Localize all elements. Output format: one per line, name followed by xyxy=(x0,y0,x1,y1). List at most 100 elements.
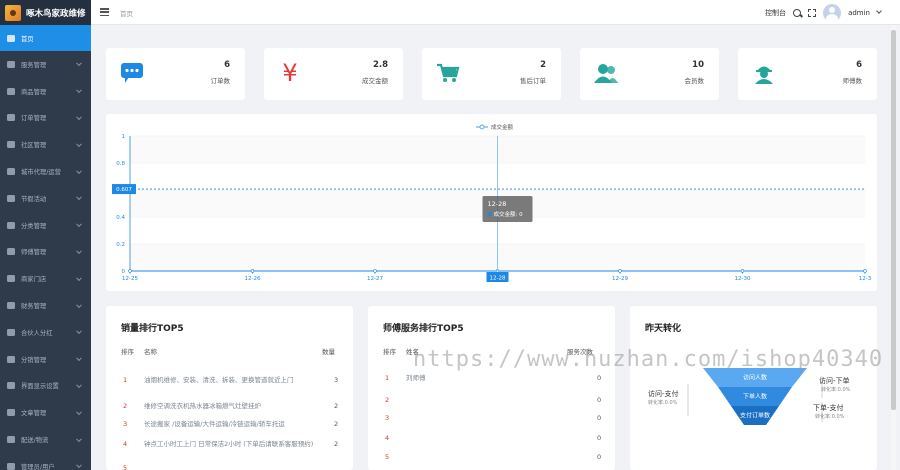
chat-icon xyxy=(119,60,145,86)
sidebar-item-label: 管理员/用户 xyxy=(21,463,55,470)
sidebar-item-7[interactable]: 分类管理 xyxy=(0,212,91,239)
sidebar-item-label: 配送/物流 xyxy=(21,437,49,445)
menu-icon xyxy=(7,382,15,390)
row-name[interactable]: 钟点工小时工上门 日常保洁2小时 (下单后请联系客服预约) xyxy=(144,440,319,449)
menu-icon xyxy=(7,436,15,444)
legend-marker xyxy=(479,124,485,130)
sidebar-item-8[interactable]: 师傅管理 xyxy=(0,239,91,266)
funnel-label-order: 下单人数 xyxy=(743,393,767,401)
sidebar-item-14[interactable]: 文章管理 xyxy=(0,399,91,426)
x-tick-label: 12-3 xyxy=(859,276,872,282)
rank-1: 1 xyxy=(123,376,128,384)
row-name[interactable]: 长途搬家 /设备运输/大件运输/冷链运输/轿车托运 xyxy=(144,420,319,429)
rank-4: 4 xyxy=(385,434,390,442)
row-qty: 0 xyxy=(597,396,602,404)
console-link[interactable]: 控制台 xyxy=(765,8,786,18)
x-tick-label: 12-30 xyxy=(735,276,751,282)
sales-top5-panel: 销量排行TOP5 排序 名称 数量 1 油烟机维修、安装、清洗、拆装、更换管道就近… xyxy=(106,306,353,470)
sidebar-item-16[interactable]: 管理员/用户 xyxy=(0,453,91,470)
stat-label: 售后订单 xyxy=(520,77,546,85)
row-name[interactable]: 维修空调洗衣机热水器冰箱燃气灶壁挂炉 xyxy=(144,402,319,411)
menu-icon xyxy=(7,462,15,470)
sales-chart-card: 00.20.40.60.8112-2512-2612-2712-2912-301… xyxy=(106,114,877,291)
chevron-down-icon[interactable] xyxy=(876,8,882,14)
sidebar-item-2[interactable]: 商品管理 xyxy=(0,78,91,105)
y-tick-label: 0.2 xyxy=(116,242,125,248)
chevron-down-icon xyxy=(76,409,82,415)
sidebar-item-4[interactable]: 社区管理 xyxy=(0,131,91,158)
menu-icon xyxy=(7,221,15,229)
crosshair-x-label: 12-28 xyxy=(490,276,506,282)
sales-line-chart[interactable]: 00.20.40.60.8112-2512-2612-2712-2912-301… xyxy=(106,114,877,291)
stat-card-1[interactable]: ¥2.8 成交金额 xyxy=(264,48,403,100)
sidebar-item-9[interactable]: 商家门店 xyxy=(0,265,91,292)
y-tick-label: 0.8 xyxy=(116,161,125,167)
avatar[interactable] xyxy=(823,3,842,22)
rank-1: 1 xyxy=(385,374,390,382)
rank-5: 5 xyxy=(123,464,128,470)
rank-5: 5 xyxy=(385,453,390,461)
sidebar-item-label: 合伙人分红 xyxy=(21,329,53,337)
chevron-down-icon xyxy=(76,194,82,201)
x-tick-label: 12-27 xyxy=(367,276,383,282)
y-tick-label: 1 xyxy=(122,134,126,140)
menu-icon xyxy=(7,168,15,176)
sidebar-item-label: 订单管理 xyxy=(21,115,47,123)
funnel-right-top-rate: 转化率:0.0% xyxy=(821,387,851,393)
stat-label: 师傅数 xyxy=(842,77,863,85)
stat-label: 会员数 xyxy=(684,77,705,85)
y-tick-label: 0 xyxy=(122,269,126,275)
col-header-rank: 排序 xyxy=(383,348,396,356)
sidebar-item-6[interactable]: 节假活动 xyxy=(0,185,91,212)
data-point xyxy=(618,269,622,273)
sidebar-item-label: 分类管理 xyxy=(21,222,47,230)
panel-title: 销量排行TOP5 xyxy=(121,324,184,334)
data-point xyxy=(863,269,867,273)
chevron-down-icon xyxy=(76,382,82,388)
tooltip-label: 成交金额: 0 xyxy=(494,210,524,218)
chevron-down-icon xyxy=(76,462,82,469)
data-point xyxy=(250,269,255,273)
sidebar-item-11[interactable]: 合伙人分红 xyxy=(0,319,91,346)
funnel-left-rate: 转化率:0.0% xyxy=(648,400,678,406)
legend-label: 成交金额 xyxy=(491,123,514,131)
stat-value: 2 xyxy=(540,60,546,70)
tooltip-marker xyxy=(487,212,492,216)
search-icon[interactable] xyxy=(793,8,802,17)
yen-icon: ¥ xyxy=(277,60,303,86)
sidebar-item-10[interactable]: 财务管理 xyxy=(0,292,91,319)
brand-logo xyxy=(5,4,21,21)
menu-toggle-icon[interactable] xyxy=(100,8,109,16)
menu-icon xyxy=(7,34,15,42)
stat-card-3[interactable]: 10 会员数 xyxy=(580,48,719,100)
col-header-qty: 数量 xyxy=(322,348,335,356)
sidebar-item-1[interactable]: 服务管理 xyxy=(0,51,91,78)
sidebar-item-0[interactable]: 首页 xyxy=(0,25,91,51)
master-top5-panel: 师傅服务排行TOP5 排序 姓名 服务次数 1 刘师傅 0 2 0 3 0 4 0 5 0 xyxy=(368,306,615,470)
sidebar-item-13[interactable]: 界面显示设置 xyxy=(0,373,91,400)
sidebar-item-3[interactable]: 订单管理 xyxy=(0,105,91,132)
row-qty: 2 xyxy=(334,440,339,448)
fullscreen-icon[interactable] xyxy=(808,8,817,17)
brand[interactable]: 啄木鸟家政维修 xyxy=(0,0,91,25)
stat-card-4[interactable]: 6 师傅数 xyxy=(738,48,877,100)
brand-title: 啄木鸟家政维修 xyxy=(26,8,86,19)
stat-value: 6 xyxy=(856,60,862,70)
stat-card-0[interactable]: 6 订单数 xyxy=(106,48,245,100)
x-tick-label: 12-26 xyxy=(245,276,261,282)
breadcrumb[interactable]: 首页 xyxy=(120,8,133,18)
menu-icon xyxy=(7,194,15,202)
stat-card-2[interactable]: 2 售后订单 xyxy=(422,48,561,100)
sidebar-item-5[interactable]: 城市代理/运营 xyxy=(0,158,91,185)
scrollbar-thumb[interactable] xyxy=(891,30,896,410)
row-name[interactable]: 油烟机维修、安装、清洗、拆装、更换管道就近上门 xyxy=(144,376,319,385)
sidebar-item-12[interactable]: 分销管理 xyxy=(0,346,91,373)
sidebar-item-15[interactable]: 配送/物流 xyxy=(0,426,91,453)
row-name[interactable]: 刘师傅 xyxy=(406,374,526,383)
user-name[interactable]: admin xyxy=(848,9,870,17)
col-header-count: 服务次数 xyxy=(567,348,593,356)
menu-icon xyxy=(7,328,15,336)
sidebar-item-label: 首页 xyxy=(21,35,34,43)
menu-icon xyxy=(7,409,15,417)
rank-3: 3 xyxy=(385,414,390,422)
